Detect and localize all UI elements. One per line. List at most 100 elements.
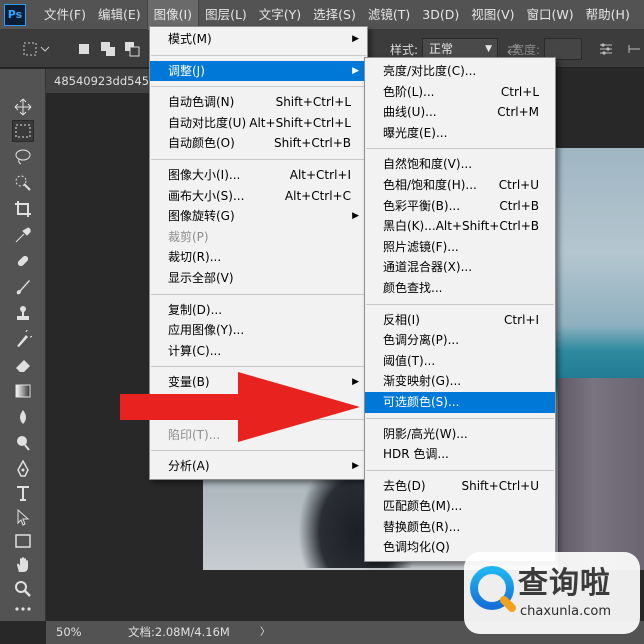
- settings-icon[interactable]: [598, 41, 614, 57]
- image-menu-item[interactable]: 图像旋转(G) ▶: [150, 206, 367, 227]
- adjust-menu-item-label: 匹配颜色(M)...: [383, 499, 463, 514]
- hand-tool-icon[interactable]: [12, 554, 34, 576]
- image-menu-item[interactable]: 自动颜色(O) Shift+Ctrl+B: [150, 133, 367, 154]
- clone-stamp-tool-icon[interactable]: [12, 302, 34, 324]
- adjust-menu-item[interactable]: 曝光度(E)...: [365, 123, 555, 144]
- zoom-level[interactable]: 50%: [56, 621, 82, 644]
- adjust-menu-item[interactable]: 色阶(L)... Ctrl+L: [365, 82, 555, 103]
- adjust-menu-item[interactable]: 通道混合器(X)...: [365, 257, 555, 278]
- red-arrow-annotation: [120, 372, 360, 442]
- dodge-tool-icon[interactable]: [12, 432, 34, 454]
- watermark: 查询啦 chaxunla.com: [464, 552, 640, 634]
- adjust-menu-item[interactable]: 黑白(K)... Alt+Shift+Ctrl+B: [365, 216, 555, 237]
- image-menu-item-label: 调整(J): [168, 63, 205, 78]
- adjust-menu-item-label: 亮度/对比度(C)...: [383, 64, 477, 78]
- move-tool-icon[interactable]: [12, 96, 34, 118]
- history-brush-tool-icon[interactable]: [12, 328, 34, 350]
- image-menu-item-label: 画布大小(S)...: [168, 188, 245, 203]
- add-selection-icon[interactable]: [100, 41, 116, 57]
- adjust-menu-item-label: 自然饱和度(V)...: [383, 157, 473, 172]
- adjust-menu-item[interactable]: 色彩平衡(B)... Ctrl+B: [365, 196, 555, 217]
- image-menu-item[interactable]: 复制(D)...: [150, 300, 367, 321]
- image-menu-item[interactable]: 模式(M) ▶: [150, 29, 367, 50]
- more-tools-icon[interactable]: [12, 601, 34, 617]
- image-menu-item[interactable]: 计算(C)...: [150, 341, 367, 362]
- subtract-selection-icon[interactable]: [124, 41, 140, 57]
- image-menu-item[interactable]: 自动对比度(U) Alt+Shift+Ctrl+L: [150, 113, 367, 134]
- width-label: 宽度:: [512, 43, 541, 57]
- adjust-menu-item[interactable]: 反相(I) Ctrl+I: [365, 310, 555, 331]
- photo-wall: [558, 378, 644, 570]
- pen-tool-icon[interactable]: [12, 458, 34, 480]
- image-menu-item[interactable]: 图像大小(I)... Alt+Ctrl+I: [150, 165, 367, 186]
- adjust-menu-item[interactable]: 亮度/对比度(C)...: [365, 61, 555, 82]
- blur-tool-icon[interactable]: [12, 406, 34, 428]
- image-menu-item[interactable]: 调整(J) ▶: [150, 60, 367, 82]
- eraser-tool-icon[interactable]: [12, 354, 34, 376]
- menu-separator: [366, 417, 554, 419]
- adjust-menu-item-label: 色阶(L)...: [383, 84, 435, 99]
- image-menu-item[interactable]: 应用图像(Y)...: [150, 320, 367, 341]
- adjust-menu-item[interactable]: 替换颜色(R)...: [365, 517, 555, 538]
- zoom-tool-icon[interactable]: [12, 578, 34, 600]
- adjust-menu-item-label: 阴影/高光(W)...: [383, 426, 468, 441]
- image-menu-item-label: 图像大小(I)...: [168, 167, 241, 182]
- menubar-item[interactable]: 文件(F): [38, 0, 92, 30]
- crop-tool-icon[interactable]: [12, 198, 34, 220]
- menubar-item[interactable]: 编辑(E): [92, 0, 147, 30]
- adjust-menu-item[interactable]: 照片滤镜(F)...: [365, 237, 555, 258]
- path-selection-tool-icon[interactable]: [12, 506, 34, 528]
- adjust-menu-item[interactable]: 色调分离(P)...: [365, 330, 555, 351]
- adjust-menu-item-label: 色调分离(P)...: [383, 333, 460, 348]
- adjust-menu-item-label: 颜色查找...: [383, 280, 443, 295]
- document-tab[interactable]: 48540923dd5456: [46, 69, 158, 93]
- image-menu-item-shortcut: Alt+Ctrl+I: [289, 167, 351, 182]
- menubar-item[interactable]: 窗口(W): [521, 0, 580, 30]
- image-menu-item[interactable]: 画布大小(S)... Alt+Ctrl+C: [150, 186, 367, 207]
- adjust-menu-item-label: 照片滤镜(F)...: [383, 239, 459, 254]
- adjust-menu-item[interactable]: 阈值(T)...: [365, 351, 555, 372]
- menubar-item[interactable]: 3D(D): [416, 0, 465, 30]
- adjust-menu-item-label: 去色(D): [383, 478, 426, 493]
- quick-select-tool-icon[interactable]: [12, 172, 34, 194]
- new-selection-icon[interactable]: [76, 41, 92, 57]
- lasso-tool-icon[interactable]: [12, 146, 34, 168]
- expand-icon[interactable]: [626, 41, 642, 57]
- chevron-right-icon[interactable]: 〉: [260, 621, 270, 644]
- chevron-down-icon[interactable]: [40, 41, 50, 57]
- adjust-menu-item-shortcut: Ctrl+L: [500, 84, 539, 99]
- adjust-menu-item[interactable]: 渐变映射(G)...: [365, 371, 555, 392]
- adjust-menu-item[interactable]: 曲线(U)... Ctrl+M: [365, 102, 555, 123]
- image-menu-item-label: 模式(M): [168, 32, 212, 46]
- image-menu-item: 裁剪(P): [150, 227, 367, 248]
- healing-brush-tool-icon[interactable]: [12, 250, 34, 272]
- menu-separator: [366, 469, 554, 471]
- image-menu-item[interactable]: 显示全部(V): [150, 268, 367, 289]
- menubar-item[interactable]: 视图(V): [465, 0, 520, 30]
- marquee-preset-icon[interactable]: [22, 41, 38, 57]
- brush-tool-icon[interactable]: [12, 276, 34, 298]
- adjust-menu-item[interactable]: 阴影/高光(W)...: [365, 424, 555, 445]
- rectangle-tool-icon[interactable]: [12, 530, 34, 552]
- image-menu-item-shortcut: Shift+Ctrl+B: [274, 136, 351, 151]
- adjust-menu-item[interactable]: 颜色查找...: [365, 278, 555, 299]
- adjust-menu-item[interactable]: 可选颜色(S)...: [365, 391, 555, 413]
- menubar-item[interactable]: 滤镜(T): [362, 0, 416, 30]
- adjust-menu-item[interactable]: 色相/饱和度(H)... Ctrl+U: [365, 175, 555, 196]
- adjust-menu-item[interactable]: 自然饱和度(V)...: [365, 154, 555, 175]
- eyedropper-tool-icon[interactable]: [12, 224, 34, 246]
- adjust-menu-item[interactable]: 去色(D) Shift+Ctrl+U: [365, 476, 555, 497]
- adjust-menu-item[interactable]: 匹配颜色(M)...: [365, 496, 555, 517]
- image-menu-item[interactable]: 分析(A) ▶: [150, 456, 367, 477]
- menu-separator: [151, 450, 366, 452]
- marquee-tool-icon[interactable]: [12, 120, 34, 142]
- adjustments-submenu: 亮度/对比度(C)... 色阶(L)... Ctrl+L 曲线(U)... Ctrl+M…: [364, 57, 556, 563]
- adjust-menu-item[interactable]: HDR 色调...: [365, 444, 555, 465]
- gradient-tool-icon[interactable]: [12, 380, 34, 402]
- image-menu-item[interactable]: 自动色调(N) Shift+Ctrl+L: [150, 92, 367, 113]
- menubar-item[interactable]: 帮助(H): [580, 0, 636, 30]
- adjust-menu-item-shortcut: Ctrl+I: [504, 312, 539, 327]
- type-tool-icon[interactable]: [12, 482, 34, 504]
- image-menu-item[interactable]: 裁切(R)...: [150, 247, 367, 268]
- menu-separator: [151, 54, 366, 56]
